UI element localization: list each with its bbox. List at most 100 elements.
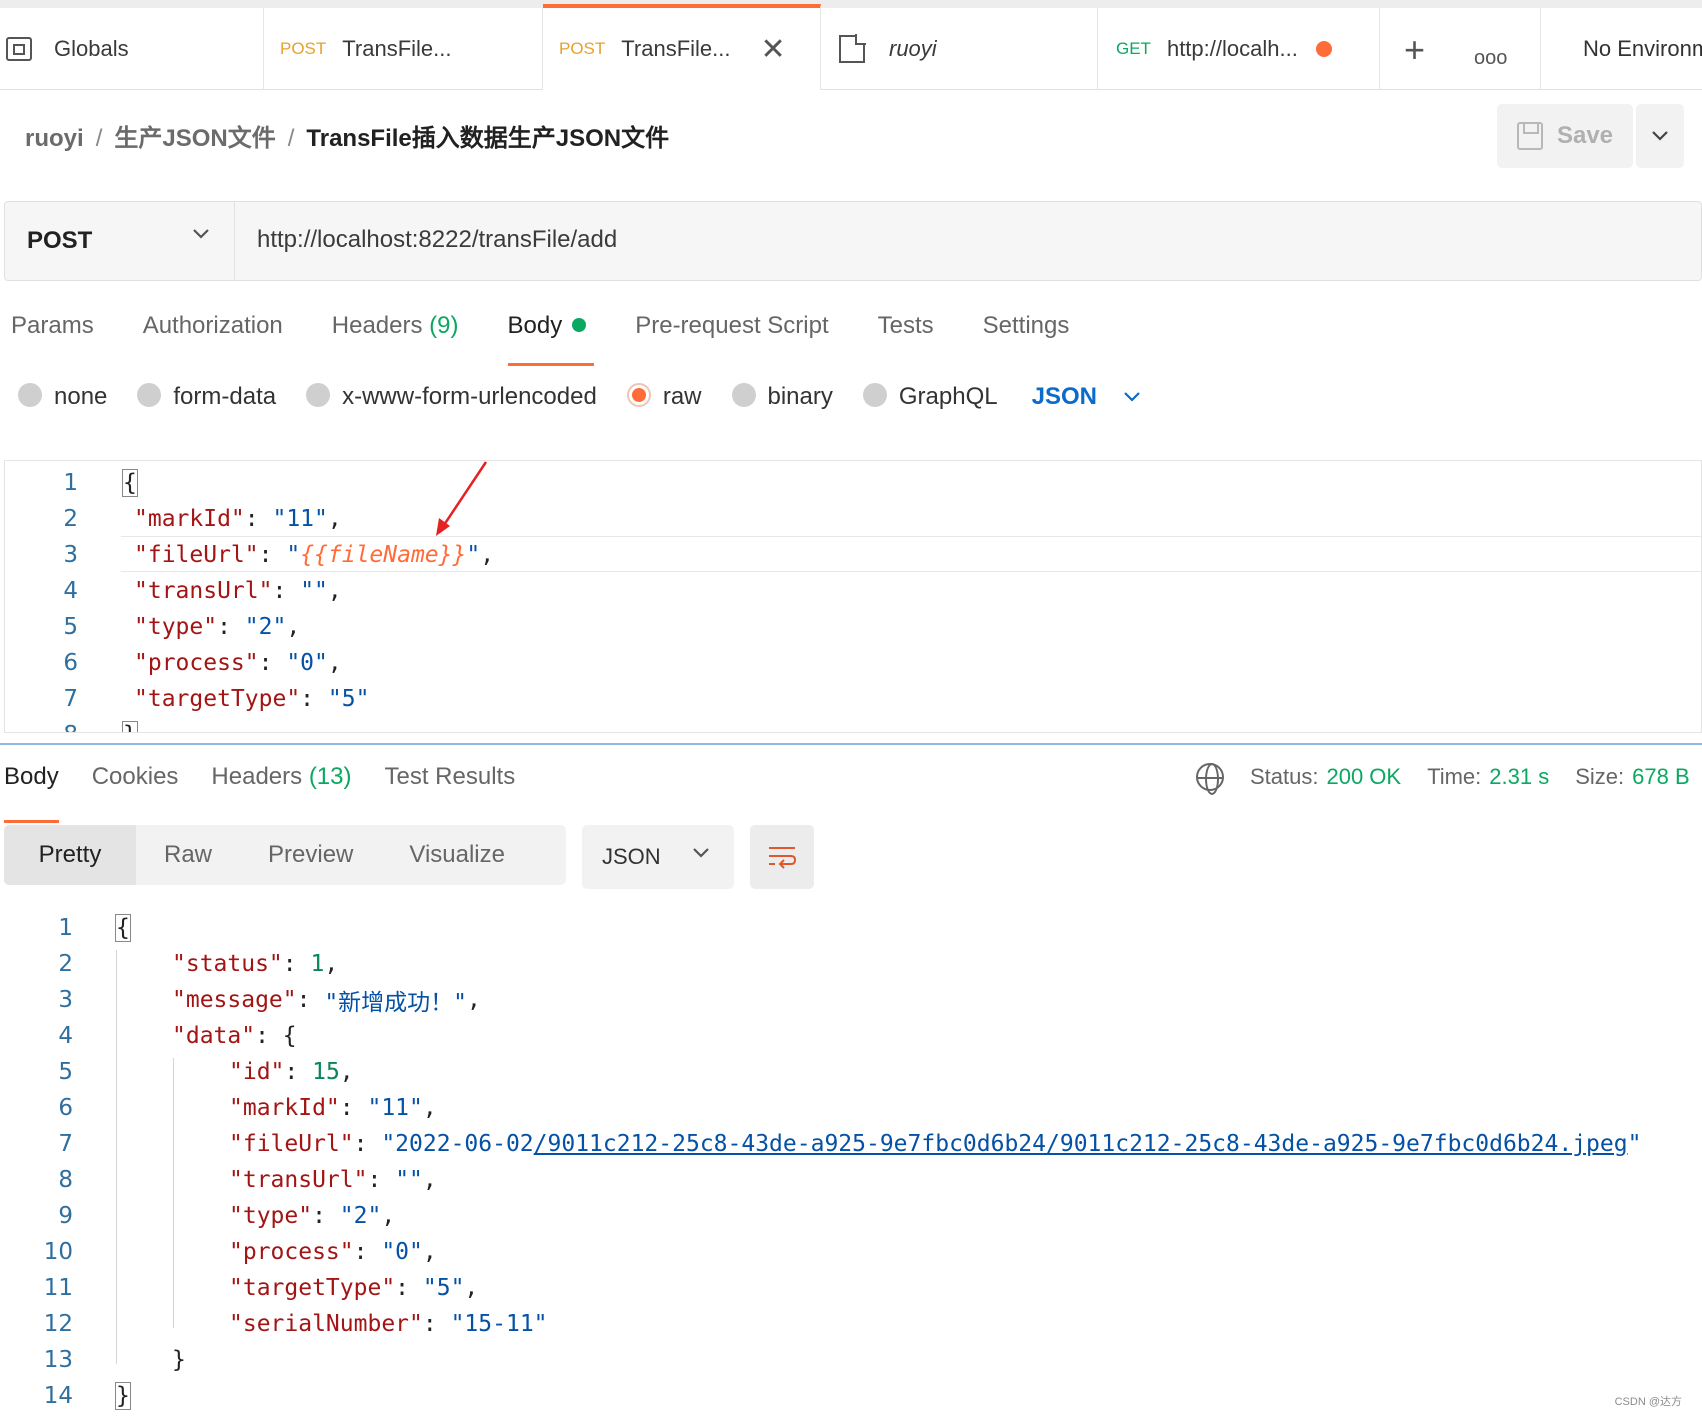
json-value: "0" — [381, 1239, 423, 1265]
json-value: "5" — [327, 686, 370, 712]
json-brace: { — [282, 1023, 297, 1049]
response-headers-count: (13) — [308, 763, 352, 790]
line-number: 9 — [58, 1203, 73, 1229]
globe-icon[interactable] — [1196, 763, 1224, 795]
view-preview-button[interactable]: Preview — [240, 825, 381, 885]
tab-globals[interactable]: Globals — [0, 8, 264, 90]
response-format-select[interactable]: JSON — [582, 825, 734, 889]
response-tab-cookies[interactable]: Cookies — [92, 763, 179, 791]
json-key: "markId" — [229, 1095, 340, 1121]
wrap-lines-button[interactable] — [750, 825, 814, 889]
radio-raw[interactable]: raw — [626, 383, 702, 411]
environment-variable[interactable]: {{fileName}} — [300, 542, 466, 568]
response-body-viewer[interactable]: 1{ 2 "status": 1, 3 "message": "新增成功！", 4 "… — [0, 910, 1702, 1417]
status-value[interactable]: 200 OK — [1326, 764, 1401, 790]
radio-label: GraphQL — [898, 383, 998, 410]
request-body-editor[interactable]: 1{ 2 "markId": "11", 3 "fileUrl": " {{fileN… — [4, 460, 1702, 733]
radio-none[interactable]: none — [18, 383, 107, 411]
code-line: 5 "id": 15, — [0, 1054, 353, 1090]
request-tabs: Params Authorization Headers (9) Body Pr… — [11, 312, 1118, 366]
url-input[interactable]: http://localhost:8222/transFile/add — [257, 226, 617, 254]
line-number: 10 — [43, 1239, 73, 1265]
json-comma: , — [327, 506, 342, 532]
view-visualize-button[interactable]: Visualize — [381, 825, 533, 885]
json-quote: " — [466, 542, 481, 568]
response-tab-test-results[interactable]: Test Results — [385, 763, 516, 791]
json-key: "transUrl" — [229, 1167, 368, 1193]
tab-method: GET — [1116, 39, 1151, 58]
tab-body[interactable]: Body — [507, 312, 594, 366]
save-dropdown-button[interactable] — [1636, 104, 1684, 168]
watermark: CSDN @达方 — [1614, 1396, 1682, 1408]
radio-icon — [731, 383, 756, 407]
new-tab-plus-icon[interactable]: + — [1404, 30, 1425, 70]
tab-authorization[interactable]: Authorization — [143, 312, 283, 340]
code-line: 3 "fileUrl": " {{fileName}} ", — [5, 537, 494, 573]
json-key: "fileUrl" — [229, 1131, 354, 1157]
view-raw-button[interactable]: Raw — [136, 825, 240, 885]
json-value: 15 — [312, 1059, 340, 1085]
line-number: 3 — [58, 987, 73, 1013]
json-comma: , — [286, 614, 301, 640]
line-number: 6 — [58, 1095, 73, 1121]
line-number: 3 — [63, 542, 78, 568]
code-line: 3 "message": "新增成功！", — [0, 982, 481, 1018]
tab-post-transfile-active[interactable]: POST TransFile... ✕ — [543, 4, 821, 90]
radio-label: form-data — [173, 383, 277, 410]
line-number: 1 — [63, 470, 78, 496]
chevron-down-icon — [193, 229, 209, 239]
breadcrumb: ruoyi / 生产JSON文件 / TransFile插入数据生产JSON文件 — [25, 118, 669, 153]
response-tab-headers[interactable]: Headers (13) — [211, 763, 351, 791]
method-select[interactable]: POST — [5, 202, 235, 280]
wrap-lines-icon — [769, 847, 797, 869]
tab-post-transfile-1[interactable]: POST TransFile... — [264, 8, 543, 90]
code-line: 7 "fileUrl": "2022-06-02/9011c212-25c8-43… — [0, 1126, 1641, 1162]
code-line: 7 "targetType": "5" — [5, 681, 369, 717]
breadcrumb-request[interactable]: TransFile插入数据生产JSON文件 — [306, 125, 669, 152]
tab-params[interactable]: Params — [11, 312, 94, 340]
tab-settings[interactable]: Settings — [983, 312, 1070, 340]
code-line: 12 "serialNumber": "15-11" — [0, 1306, 548, 1342]
view-pretty-button[interactable]: Pretty — [4, 825, 136, 885]
raw-format-select[interactable]: JSON — [1032, 383, 1141, 411]
radio-form-data[interactable]: form-data — [137, 383, 276, 411]
json-key: "id" — [229, 1059, 285, 1085]
radio-binary[interactable]: binary — [731, 383, 833, 411]
body-indicator-dot-icon — [572, 317, 587, 332]
response-tab-body[interactable]: Body — [4, 763, 59, 823]
breadcrumb-folder[interactable]: 生产JSON文件 — [114, 125, 275, 152]
tab-headers[interactable]: Headers (9) — [332, 312, 459, 340]
file-url-link[interactable]: /9011c212-25c8-43de-a925-9e7fbc0d6b24/90… — [534, 1131, 1628, 1157]
chevron-down-icon — [1652, 131, 1668, 141]
save-button[interactable]: Save — [1497, 104, 1633, 168]
tab-method: POST — [280, 39, 327, 58]
body-type-selector: none form-data x-www-form-urlencoded raw… — [18, 383, 1141, 411]
size-value[interactable]: 678 B — [1632, 764, 1690, 790]
code-line: 2 "status": 1, — [0, 946, 338, 982]
tab-tests[interactable]: Tests — [878, 312, 934, 340]
radio-graphql[interactable]: GraphQL — [862, 383, 998, 411]
line-number: 7 — [63, 686, 78, 712]
tab-label: TransFile... — [342, 36, 452, 61]
request-tab-bar: Globals POST TransFile... POST TransFile… — [0, 0, 1702, 90]
pane-divider[interactable] — [0, 743, 1702, 745]
json-comma: , — [327, 578, 342, 604]
time-value[interactable]: 2.31 s — [1489, 764, 1549, 790]
breadcrumb-collection[interactable]: ruoyi — [25, 125, 84, 152]
response-tabs: Body Cookies Headers (13) Test Results — [4, 763, 548, 823]
environment-selector[interactable]: No Environment — [1540, 8, 1702, 90]
close-icon[interactable]: ✕ — [761, 32, 786, 67]
size-label: Size: — [1575, 764, 1625, 789]
open-brace: { — [115, 914, 131, 942]
json-value: 1 — [310, 951, 325, 977]
radio-urlencoded[interactable]: x-www-form-urlencoded — [306, 383, 597, 411]
tab-ruoyi[interactable]: ruoyi — [821, 8, 1098, 90]
line-number: 4 — [63, 578, 78, 604]
tab-prerequest-script[interactable]: Pre-request Script — [635, 312, 828, 340]
tab-get-localhost[interactable]: GET http://localh... — [1098, 8, 1380, 90]
response-view-mode: Pretty Raw Preview Visualize — [4, 825, 566, 885]
line-number: 2 — [63, 506, 78, 532]
more-tabs-icon[interactable]: ooo — [1474, 38, 1507, 78]
json-value: "11" — [272, 506, 328, 532]
json-key: "serialNumber" — [229, 1311, 423, 1337]
